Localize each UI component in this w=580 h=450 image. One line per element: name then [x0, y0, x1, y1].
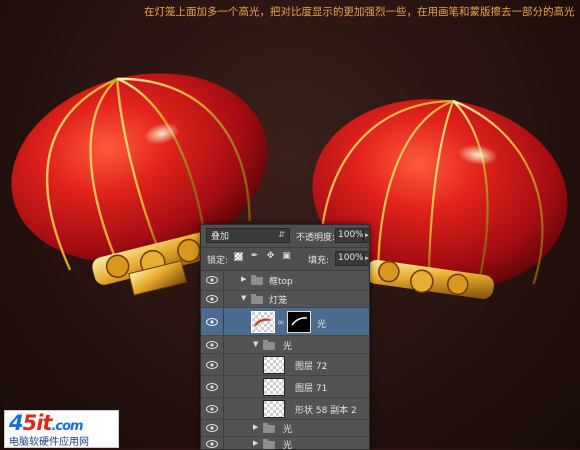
- lock-pixels-icon[interactable]: ✒: [250, 252, 259, 261]
- collapse-arrow-icon[interactable]: ▼: [253, 340, 258, 348]
- layer-row-group[interactable]: ▶ 光: [201, 420, 369, 437]
- layer-name: 形状 58 副本 2: [295, 406, 357, 416]
- layer-name: 图层 71: [295, 384, 328, 394]
- layer-row[interactable]: 图层 72: [201, 354, 369, 376]
- layer-thumbnail[interactable]: [263, 356, 285, 374]
- layer-name: 光: [317, 320, 327, 330]
- chain-link-icon[interactable]: ∞: [277, 318, 285, 328]
- folder-icon: [251, 275, 263, 285]
- layer-row-group[interactable]: ▼ 灯笼: [201, 291, 369, 308]
- logo-prefix: 4: [9, 411, 24, 435]
- expand-arrow-icon[interactable]: ▶: [241, 275, 246, 283]
- folder-icon: [263, 423, 275, 433]
- opacity-input[interactable]: 100%: [335, 228, 364, 243]
- eye-icon[interactable]: [206, 383, 218, 391]
- eye-icon[interactable]: [206, 276, 218, 284]
- blend-row: 叠加 ⇵ 不透明度: 100% ▸: [201, 225, 369, 248]
- layer-name: 框top: [269, 277, 293, 287]
- logo-main: 5it: [22, 411, 53, 435]
- eye-icon[interactable]: [206, 318, 218, 326]
- fill-input[interactable]: 100%: [335, 251, 364, 266]
- layer-name: 光: [283, 441, 293, 450]
- lock-all-icon[interactable]: ▣: [282, 252, 291, 261]
- layer-name: 光: [283, 425, 293, 435]
- site-watermark-logo: 45it.com 电脑软硬件应用网: [4, 410, 119, 448]
- blend-mode-select[interactable]: 叠加 ⇵: [206, 228, 290, 243]
- eye-icon[interactable]: [206, 405, 218, 413]
- expand-arrow-icon[interactable]: ▶: [253, 439, 258, 447]
- eye-icon[interactable]: [206, 341, 218, 349]
- opacity-label: 不透明度:: [296, 233, 336, 243]
- chevron-down-icon: ⇵: [278, 230, 285, 239]
- layer-name: 图层 72: [295, 362, 328, 372]
- collapse-arrow-icon[interactable]: ▼: [241, 294, 246, 302]
- layer-row-group[interactable]: ▶ 框top: [201, 269, 369, 291]
- logo-tagline: 电脑软硬件应用网: [9, 437, 89, 448]
- mask-stroke-icon: [291, 317, 308, 326]
- layer-mask-thumbnail[interactable]: [287, 311, 311, 333]
- blend-mode-value: 叠加: [211, 232, 230, 242]
- eye-icon[interactable]: [206, 440, 218, 448]
- lock-label: 锁定:: [207, 256, 229, 266]
- expand-arrow-icon[interactable]: ▶: [253, 423, 258, 431]
- layers-panel: 叠加 ⇵ 不透明度: 100% ▸ 锁定: ✒ ✥ ▣ 填充: 100% ▸ ▶…: [200, 224, 370, 450]
- layer-thumbnail[interactable]: [263, 400, 285, 418]
- highlight-thumbnail-icon: [254, 318, 271, 327]
- layer-row-group[interactable]: ▼ 光: [201, 336, 369, 354]
- layer-thumbnail[interactable]: [263, 378, 285, 396]
- layer-thumbnail[interactable]: [251, 311, 275, 333]
- opacity-slider-button[interactable]: ▸: [363, 228, 369, 243]
- folder-open-icon: [251, 294, 263, 304]
- layer-row-group[interactable]: ▶ 光: [201, 437, 369, 450]
- lock-row: 锁定: ✒ ✥ ▣ 填充: 100% ▸: [201, 248, 369, 271]
- eye-icon[interactable]: [206, 361, 218, 369]
- layer-row[interactable]: 形状 58 副本 2: [201, 398, 369, 420]
- lock-position-icon[interactable]: ✥: [266, 252, 275, 261]
- folder-open-icon: [263, 340, 275, 350]
- layer-name: 光: [283, 342, 293, 352]
- layer-row-selected[interactable]: ∞ 光: [201, 308, 369, 336]
- logo-suffix: .com: [51, 419, 83, 434]
- fill-slider-button[interactable]: ▸: [363, 251, 369, 266]
- fill-label: 填充:: [308, 256, 330, 266]
- layer-name: 灯笼: [269, 296, 288, 306]
- eye-icon[interactable]: [206, 424, 218, 432]
- eye-icon[interactable]: [206, 295, 218, 303]
- layer-row[interactable]: 图层 71: [201, 376, 369, 398]
- lock-transparency-icon[interactable]: [234, 252, 243, 261]
